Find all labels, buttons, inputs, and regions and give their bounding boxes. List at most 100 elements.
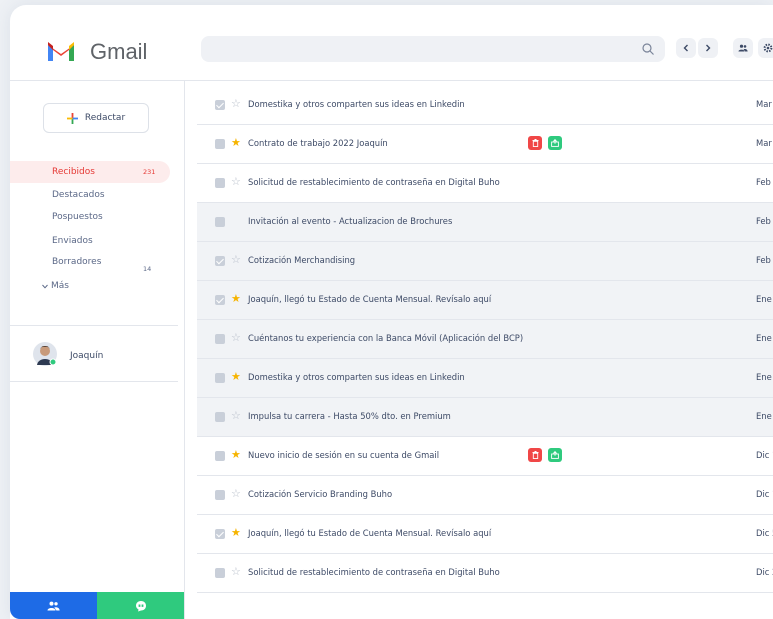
row-checkbox[interactable] <box>215 100 225 110</box>
row-checkbox[interactable] <box>215 334 225 344</box>
plus-icon <box>66 112 78 124</box>
email-date: Ene 1 ( <box>756 411 773 421</box>
sidebar-divider <box>10 325 178 326</box>
table-row[interactable]: Invitación al evento - Actualizacion de … <box>197 203 773 242</box>
search-input[interactable] <box>201 36 665 62</box>
chevron-down-icon <box>42 284 48 289</box>
next-page-button[interactable] <box>698 38 718 58</box>
sidebar-item-inbox[interactable]: Recibidos 231 <box>10 161 170 183</box>
table-row[interactable]: ★ Domestika y otros comparten sus ideas e… <box>197 359 773 398</box>
star-icon[interactable]: ★ <box>231 526 241 540</box>
table-row[interactable]: ☆ Solicitud de restablecimiento de contra… <box>197 164 773 203</box>
row-checkbox[interactable] <box>215 217 225 227</box>
email-subject: Invitación al evento - Actualizacion de … <box>248 216 453 226</box>
chat-bubble-icon <box>135 600 146 611</box>
email-subject: Joaquín, llegó tu Estado de Cuenta Mensu… <box>248 528 492 538</box>
search-icon[interactable] <box>641 42 655 56</box>
settings-button[interactable] <box>758 38 773 58</box>
email-date: Dic 5 2 <box>756 528 773 538</box>
sidebar-item-sent[interactable]: Enviados <box>10 230 170 252</box>
folder-label: Enviados <box>52 236 93 246</box>
delete-button[interactable] <box>528 136 542 150</box>
star-icon[interactable]: ☆ <box>231 331 241 345</box>
email-date: Ene 30 <box>756 294 773 304</box>
sidebar-item-snoozed[interactable]: Pospuestos <box>10 206 170 228</box>
delete-button[interactable] <box>528 448 542 462</box>
row-checkbox[interactable] <box>215 178 225 188</box>
gmail-logo-icon <box>48 42 74 61</box>
star-icon[interactable]: ☆ <box>231 487 241 501</box>
table-row[interactable]: ★ Contrato de trabajo 2022 Joaquín Mar 12 <box>197 125 773 164</box>
folder-label: Pospuestos <box>52 212 103 222</box>
row-checkbox[interactable] <box>215 529 225 539</box>
email-date: Dic 11 2 <box>756 489 773 499</box>
email-date: Ene 16 <box>756 333 773 343</box>
archive-icon <box>551 139 559 147</box>
avatar <box>33 342 57 366</box>
folder-count: 231 <box>143 168 156 176</box>
table-row[interactable]: ☆ Solicitud de restablecimiento de contra… <box>197 554 773 593</box>
star-icon[interactable]: ★ <box>231 136 241 150</box>
email-subject: Nuevo inicio de sesión en su cuenta de G… <box>248 450 440 460</box>
folder-count: 14 <box>143 265 152 273</box>
star-icon[interactable]: ★ <box>231 448 241 462</box>
archive-button[interactable] <box>548 136 562 150</box>
compose-button[interactable]: Redactar <box>43 103 149 133</box>
people-icon <box>47 601 60 610</box>
folder-label: Borradores <box>52 257 102 267</box>
table-row[interactable]: ☆ Cotización Servicio Branding Buho Dic 11… <box>197 476 773 515</box>
star-icon[interactable]: ☆ <box>231 565 241 579</box>
sidebar-item-more[interactable]: Más <box>10 275 170 297</box>
table-row[interactable]: ☆ Impulsa tu carrera - Hasta 50% dto. en … <box>197 398 773 437</box>
table-row[interactable]: ☆ Cuéntanos tu experiencia con la Banca M… <box>197 320 773 359</box>
sidebar: Redactar Recibidos 231 Destacados Pospue… <box>10 81 185 619</box>
star-icon[interactable]: ☆ <box>231 409 241 423</box>
chat-tab[interactable] <box>97 592 184 619</box>
star-icon[interactable]: ★ <box>231 292 241 306</box>
email-date: Mar 18 <box>756 99 773 109</box>
star-icon[interactable]: ☆ <box>231 253 241 267</box>
table-row[interactable]: ★ Joaquín, llegó tu Estado de Cuenta Mens… <box>197 515 773 554</box>
folder-label: Recibidos <box>52 167 95 177</box>
user-profile[interactable]: Joaquín <box>32 341 172 369</box>
email-date: Dic 15 <box>756 450 773 460</box>
star-icon[interactable]: ★ <box>231 370 241 384</box>
email-subject: Joaquín, llegó tu Estado de Cuenta Mensu… <box>248 294 492 304</box>
row-checkbox[interactable] <box>215 295 225 305</box>
email-subject: Cotización Merchandising <box>248 255 356 265</box>
sidebar-item-drafts[interactable]: Borradores 14 <box>10 251 170 273</box>
row-checkbox[interactable] <box>215 412 225 422</box>
folder-label: Destacados <box>52 190 105 200</box>
archive-button[interactable] <box>548 448 562 462</box>
header: Gmail <box>10 5 773 81</box>
gmail-window: Gmail Redactar Recibidos 231 Destacados … <box>10 5 773 619</box>
email-subject: Domestika y otros comparten sus ideas en… <box>248 372 465 382</box>
star-icon[interactable]: ☆ <box>231 175 241 189</box>
email-date: Feb 28 <box>756 177 773 187</box>
table-row[interactable]: ☆ Cotización Merchandising Feb 01 <box>197 242 773 281</box>
row-checkbox[interactable] <box>215 568 225 578</box>
table-row[interactable]: ★ Joaquín, llegó tu Estado de Cuenta Mens… <box>197 281 773 320</box>
email-subject: Domestika y otros comparten sus ideas en… <box>248 99 465 109</box>
user-name: Joaquín <box>70 351 104 361</box>
table-row[interactable]: ★ Nuevo inicio de sesión en su cuenta de … <box>197 437 773 476</box>
archive-icon <box>551 451 559 459</box>
sidebar-item-starred[interactable]: Destacados <box>10 184 170 206</box>
table-row[interactable]: ☆ Domestika y otros comparten sus ideas e… <box>197 86 773 125</box>
prev-page-button[interactable] <box>676 38 696 58</box>
email-subject: Solicitud de restablecimiento de contras… <box>248 177 500 187</box>
email-subject: Impulsa tu carrera - Hasta 50% dto. en P… <box>248 411 451 421</box>
email-subject: Cotización Servicio Branding Buho <box>248 489 393 499</box>
email-list: ☆ Domestika y otros comparten sus ideas e… <box>197 81 773 619</box>
row-checkbox[interactable] <box>215 373 225 383</box>
email-subject: Contrato de trabajo 2022 Joaquín <box>248 138 388 148</box>
row-checkbox[interactable] <box>215 139 225 149</box>
row-checkbox[interactable] <box>215 256 225 266</box>
star-icon[interactable]: ☆ <box>231 97 241 111</box>
contacts-tab[interactable] <box>10 592 97 619</box>
row-checkbox[interactable] <box>215 451 225 461</box>
contacts-button[interactable] <box>733 38 753 58</box>
row-checkbox[interactable] <box>215 490 225 500</box>
app-name: Gmail <box>90 39 148 64</box>
people-icon <box>738 44 748 52</box>
